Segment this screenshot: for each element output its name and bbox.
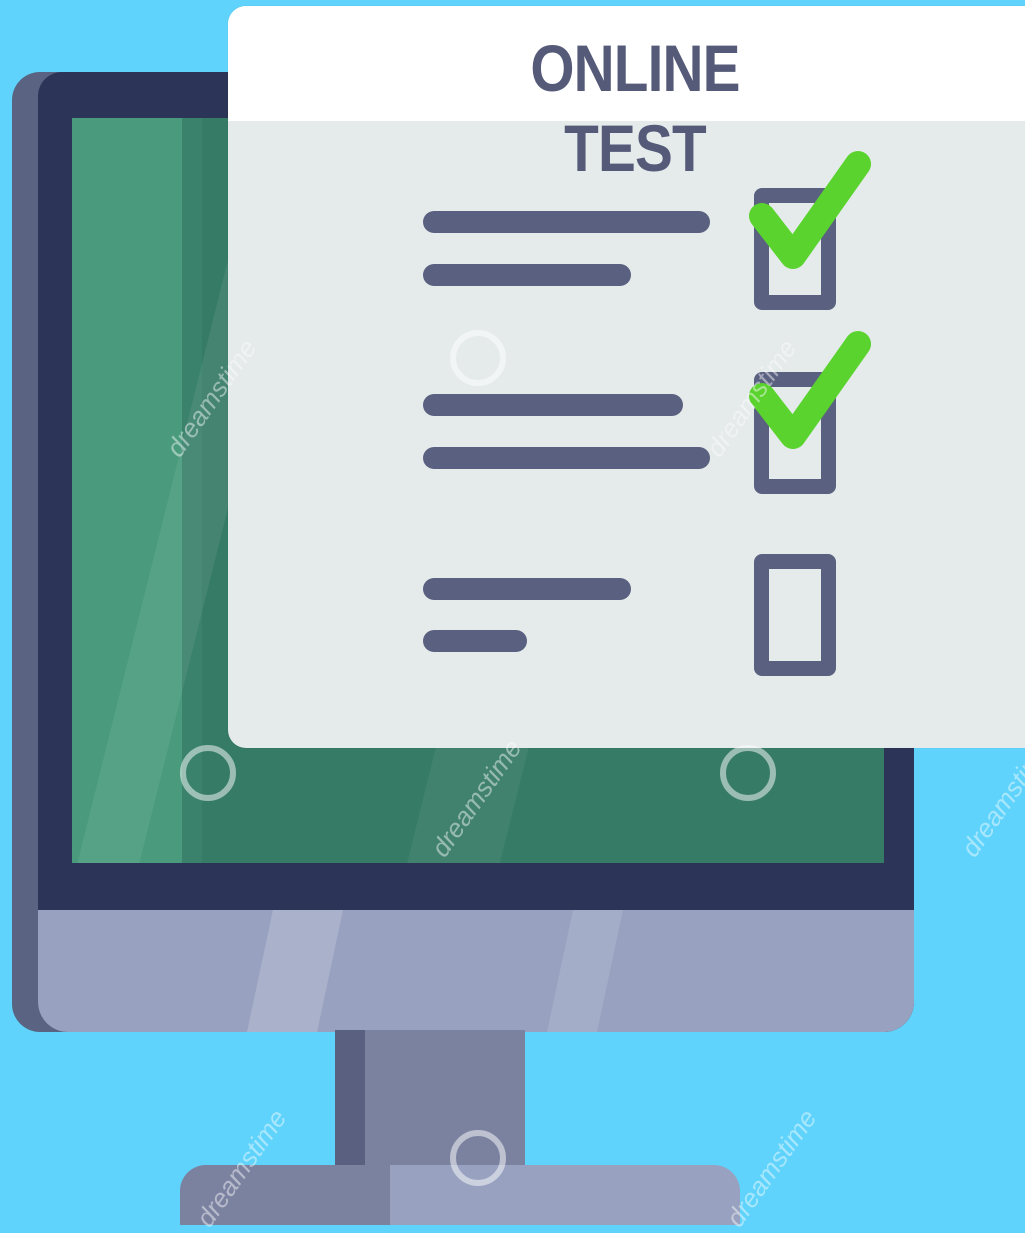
- test-panel: ONLINE TEST: [228, 6, 1025, 748]
- monitor-stand-neck-shadow: [335, 1030, 365, 1175]
- watermark-text: dreamstime: [955, 733, 1025, 863]
- watermark-text: dreamstime: [720, 1103, 823, 1233]
- monitor-chin: [38, 910, 914, 1032]
- question-line: [423, 264, 631, 286]
- checkbox-3[interactable]: [754, 554, 836, 676]
- panel-header: ONLINE TEST: [228, 6, 1025, 185]
- question-line: [423, 211, 710, 233]
- panel-title: ONLINE TEST: [530, 31, 740, 185]
- watermark-logo: [450, 330, 506, 386]
- watermark-logo: [720, 745, 776, 801]
- watermark-logo: [180, 745, 236, 801]
- question-line: [423, 447, 710, 469]
- question-line: [423, 630, 527, 652]
- question-line: [423, 578, 631, 600]
- watermark-logo: [450, 1130, 506, 1186]
- question-line: [423, 394, 683, 416]
- check-icon: [749, 151, 871, 269]
